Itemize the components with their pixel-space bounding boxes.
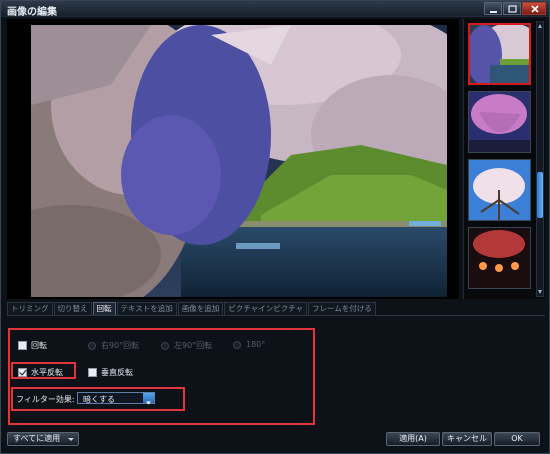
tab-picture-in-picture[interactable]: ピクチャインピクチャ xyxy=(224,302,308,315)
maximize-button[interactable] xyxy=(503,2,521,15)
rotate-180-radio[interactable] xyxy=(233,340,241,349)
rotate-checkbox[interactable] xyxy=(18,341,27,350)
rotate-right-90-radio[interactable] xyxy=(88,341,96,350)
filter-label-row: フィルター効果: xyxy=(16,394,75,405)
window-title: 画像の編集 xyxy=(7,7,57,18)
vertical-flip-label: 垂直反転 xyxy=(101,368,133,377)
thumbnail-item[interactable] xyxy=(468,227,531,289)
apply-all-button[interactable]: すべてに適用 xyxy=(7,432,79,446)
filter-select[interactable]: 暗くする xyxy=(77,392,155,405)
vertical-flip-checkbox[interactable] xyxy=(88,368,97,377)
apply-button[interactable]: 適用(A) xyxy=(386,432,440,446)
thumbnail-scrollbar[interactable] xyxy=(536,21,544,297)
tab-add-frame[interactable]: フレームを付ける xyxy=(308,302,376,315)
scroll-up-icon[interactable] xyxy=(537,22,543,30)
horizontal-flip-label: 水平反転 xyxy=(31,368,63,377)
maximize-icon xyxy=(508,5,517,13)
apply-all-label: すべてに適用 xyxy=(13,434,61,443)
scroll-down-icon[interactable] xyxy=(537,288,543,296)
close-icon xyxy=(531,5,539,13)
dropdown-caret-icon xyxy=(68,438,74,441)
horizontal-flip-checkbox[interactable] xyxy=(18,368,27,377)
thumbnail-strip xyxy=(463,19,545,299)
tab-add-text[interactable]: テキストを追加 xyxy=(116,302,177,315)
ok-button[interactable]: OK xyxy=(494,432,540,446)
tab-trimming[interactable]: トリミング xyxy=(7,302,53,315)
rotate-right-90-option[interactable]: 右90°回転 xyxy=(88,340,139,351)
rotate-180-option[interactable]: 180° xyxy=(233,340,265,349)
thumbnail-item[interactable] xyxy=(468,91,531,153)
rotate-left-90-label: 左90°回転 xyxy=(174,341,213,350)
tab-add-image[interactable]: 画像を追加 xyxy=(177,302,224,315)
rotate-checkbox-row[interactable]: 回転 xyxy=(18,340,47,351)
filter-select-value: 暗くする xyxy=(83,395,115,404)
vertical-flip-row[interactable]: 垂直反転 xyxy=(88,367,133,378)
minimize-icon xyxy=(490,11,497,13)
scroll-thumb[interactable] xyxy=(537,172,543,218)
thumbnail-item[interactable] xyxy=(468,159,531,221)
horizontal-flip-row[interactable]: 水平反転 xyxy=(18,367,63,378)
rotate-180-label: 180° xyxy=(246,340,266,349)
tab-rotate[interactable]: 回転 xyxy=(92,302,116,315)
edit-tabs: トリミング 切り替え 回転 テキストを追加 画像を追加 ピクチャインピクチャ フ… xyxy=(7,302,377,315)
thumbnail-item[interactable] xyxy=(468,23,531,85)
minimize-button[interactable] xyxy=(484,2,502,15)
edit-image-window: 画像の編集 トリミング 切り替え 回転 テキストを追加 画像を追加 ピクチャイン… xyxy=(0,0,550,454)
filter-label: フィルター効果: xyxy=(16,395,75,404)
preview-photo xyxy=(31,25,447,297)
rotate-left-90-radio[interactable] xyxy=(161,341,169,350)
rotate-label: 回転 xyxy=(31,341,47,350)
rotate-left-90-option[interactable]: 左90°回転 xyxy=(161,340,212,351)
rotate-right-90-label: 右90°回転 xyxy=(101,341,140,350)
preview-area xyxy=(7,19,459,299)
title-bar: 画像の編集 xyxy=(1,1,549,18)
tab-switch[interactable]: 切り替え xyxy=(53,302,92,315)
cancel-button[interactable]: キャンセル xyxy=(442,432,492,446)
close-button[interactable] xyxy=(522,2,546,15)
chevron-down-icon[interactable] xyxy=(143,393,154,405)
